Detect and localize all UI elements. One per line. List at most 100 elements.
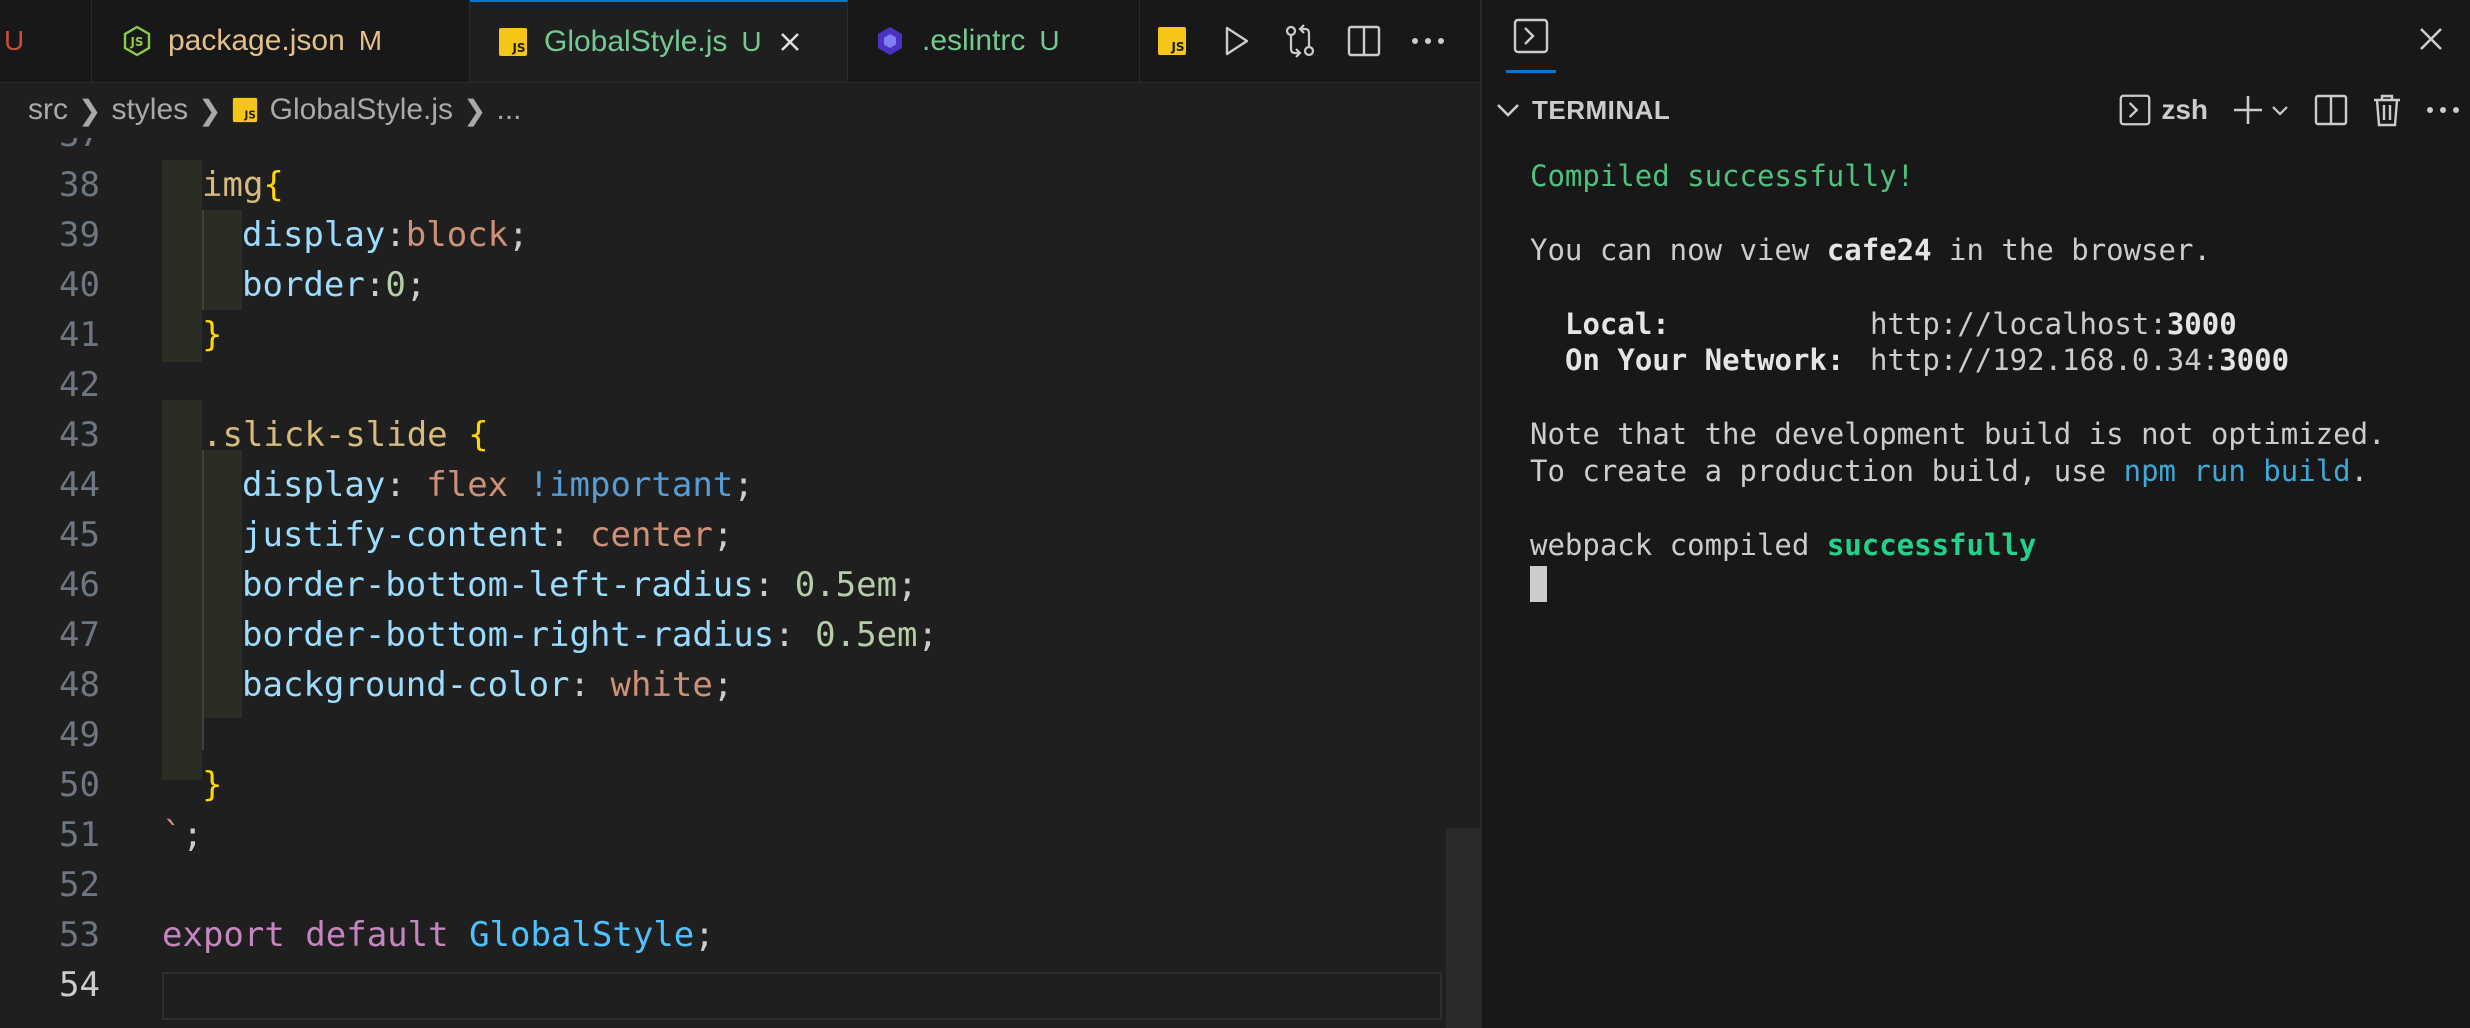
code-token: center bbox=[590, 515, 713, 555]
new-terminal-button[interactable] bbox=[2232, 94, 2290, 126]
code-text: } bbox=[202, 310, 222, 360]
javascript-debug-icon[interactable]: JS bbox=[1140, 26, 1204, 56]
code-token: ; bbox=[733, 465, 754, 505]
chevron-down-icon[interactable] bbox=[1494, 96, 1522, 129]
more-actions-icon[interactable] bbox=[1396, 36, 1460, 46]
code-token: block bbox=[405, 215, 509, 255]
tab-label: GlobalStyle.js bbox=[544, 25, 728, 58]
tab-label: package.json bbox=[168, 24, 345, 57]
code-token: GlobalStyle bbox=[469, 915, 695, 955]
tab-partial[interactable]: U bbox=[0, 0, 92, 82]
line-number: 43 bbox=[59, 415, 100, 455]
editor-area: U JS package.json M JS GlobalStyle.js U … bbox=[0, 0, 1480, 1028]
breadcrumb-item[interactable]: src bbox=[28, 93, 68, 127]
local-label: Local: bbox=[1565, 307, 1670, 341]
terminal-line: Note that the development build is not o… bbox=[1530, 417, 2386, 451]
code-token: ; bbox=[694, 915, 715, 955]
terminal-text: . bbox=[2350, 454, 2369, 488]
breadcrumb-item[interactable]: styles bbox=[111, 93, 188, 127]
code-token: ; bbox=[182, 815, 203, 855]
tab-eslintrc[interactable]: .eslintrc U bbox=[848, 0, 1140, 82]
trash-icon[interactable] bbox=[2372, 93, 2402, 127]
line-number: 47 bbox=[59, 615, 100, 655]
line-number: 50 bbox=[59, 765, 100, 805]
more-actions-icon[interactable] bbox=[2426, 105, 2460, 115]
app-name: cafe24 bbox=[1826, 233, 1932, 267]
code-token: border-bottom-left-radius bbox=[242, 565, 754, 605]
terminal-title: TERMINAL bbox=[1532, 94, 1671, 125]
code-line: 51 `; bbox=[0, 810, 1446, 860]
close-icon[interactable] bbox=[778, 30, 802, 54]
code-token: : bbox=[364, 265, 386, 305]
code-token: { bbox=[263, 165, 284, 205]
code-token: { bbox=[468, 415, 489, 455]
line-number: 46 bbox=[59, 565, 100, 605]
chevron-right-icon: ❯ bbox=[198, 94, 222, 126]
code-token: ; bbox=[712, 515, 734, 555]
terminal-text: in the browser. bbox=[1931, 233, 2211, 267]
code-line: 53 export default GlobalStyle; bbox=[0, 910, 1446, 960]
code-token: : bbox=[753, 565, 795, 605]
terminal-toolbar: zsh bbox=[2119, 82, 2470, 138]
terminal-view-tab[interactable] bbox=[1506, 18, 1556, 73]
code-token: 0.5em bbox=[794, 565, 898, 605]
code-token: white bbox=[610, 665, 713, 705]
plus-icon bbox=[2234, 96, 2262, 124]
code-line: 42 bbox=[0, 360, 1446, 410]
svg-text:JS: JS bbox=[511, 41, 525, 55]
local-url: http://localhost: bbox=[1870, 307, 2167, 341]
code-line: 43 .slick-slide { bbox=[0, 410, 1446, 460]
code-token: : bbox=[569, 665, 611, 705]
code-line: 39 display:block; bbox=[0, 210, 1446, 260]
code-token: 0.5em bbox=[815, 615, 918, 655]
terminal-shell-selector[interactable]: zsh bbox=[2119, 94, 2208, 126]
code-token: ` bbox=[162, 815, 183, 855]
code-token: : bbox=[385, 215, 406, 255]
code-token: justify-content bbox=[242, 515, 550, 555]
terminal-line: Local: bbox=[1565, 306, 1670, 343]
code-text: `; bbox=[162, 810, 203, 860]
scrollbar-thumb[interactable] bbox=[1446, 828, 1480, 1028]
eslint-file-icon bbox=[874, 25, 906, 57]
run-icon[interactable] bbox=[1204, 25, 1268, 57]
split-terminal-icon[interactable] bbox=[2314, 94, 2348, 126]
code-token: ; bbox=[897, 565, 918, 605]
breadcrumb-item[interactable]: ... bbox=[497, 93, 522, 127]
code-token: : bbox=[385, 465, 427, 505]
line-number: 52 bbox=[59, 865, 100, 905]
terminal-text: You can now view bbox=[1530, 233, 1827, 267]
code-token: !important bbox=[528, 465, 734, 505]
code-token: border bbox=[242, 265, 365, 305]
panel-header bbox=[1482, 0, 2470, 82]
tab-globalstyle-js[interactable]: JS GlobalStyle.js U bbox=[470, 0, 848, 82]
tab-status-untracked: U bbox=[1039, 25, 1060, 56]
code-token: .slick-slide bbox=[202, 415, 469, 455]
line-number: 42 bbox=[59, 365, 100, 405]
code-line: 44 display: flex !important; bbox=[0, 460, 1446, 510]
code-text: .slick-slide { bbox=[202, 410, 489, 460]
terminal-line: To create a production build, use npm ru… bbox=[1530, 453, 2368, 490]
terminal-cursor bbox=[1530, 566, 1547, 602]
line-number: 39 bbox=[59, 215, 100, 255]
code-token: img bbox=[202, 165, 264, 205]
terminal-icon bbox=[1513, 18, 1549, 54]
code-line: 49 bbox=[0, 710, 1446, 760]
code-line: 38 img{ bbox=[0, 160, 1446, 210]
breadcrumb-item[interactable]: GlobalStyle.js bbox=[270, 93, 453, 127]
line-number: 44 bbox=[59, 465, 100, 505]
code-editor[interactable]: 37 38img{39display:block;40border:0;41}4… bbox=[0, 138, 1446, 1028]
line-number: 41 bbox=[59, 315, 100, 355]
code-token: display bbox=[242, 465, 386, 505]
code-line: 47 border-bottom-right-radius: 0.5em; bbox=[0, 610, 1446, 660]
editor-tab-bar: U JS package.json M JS GlobalStyle.js U … bbox=[0, 0, 1480, 83]
code-line: 54 bbox=[0, 960, 1446, 1010]
split-editor-icon[interactable] bbox=[1332, 25, 1396, 57]
close-panel-icon[interactable] bbox=[2418, 26, 2444, 57]
tab-status-untracked: U bbox=[741, 26, 762, 57]
code-text: display:block; bbox=[242, 210, 529, 260]
javascript-file-icon: JS bbox=[232, 97, 258, 123]
code-text: export default GlobalStyle; bbox=[162, 910, 715, 960]
compare-changes-icon[interactable] bbox=[1268, 23, 1332, 59]
line-number: 48 bbox=[59, 665, 100, 705]
tab-package-json[interactable]: JS package.json M bbox=[92, 0, 470, 82]
